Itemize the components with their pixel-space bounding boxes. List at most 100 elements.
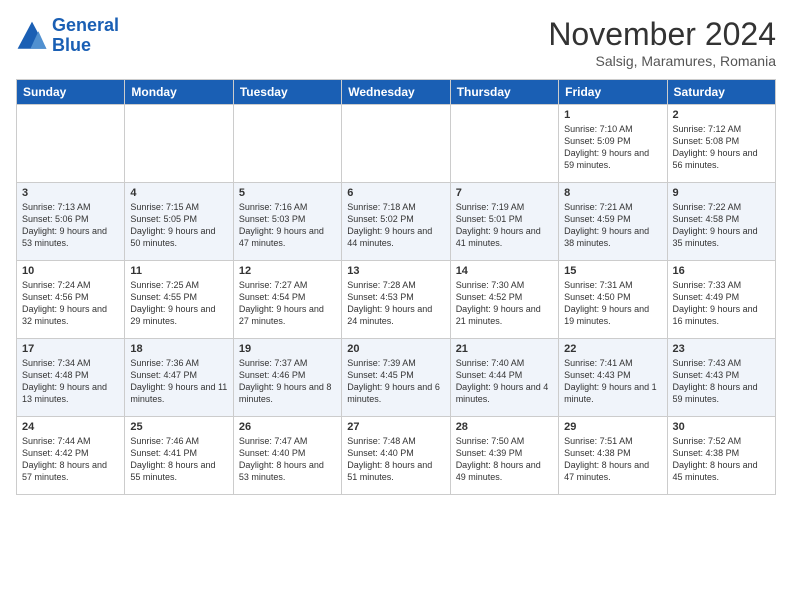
logo-icon xyxy=(16,20,48,52)
calendar-cell: 2 Sunrise: 7:12 AM Sunset: 5:08 PM Daylig… xyxy=(667,105,775,183)
calendar-cell: 17Sunrise: 7:34 AM Sunset: 4:48 PM Dayli… xyxy=(17,339,125,417)
col-saturday: Saturday xyxy=(667,80,775,105)
calendar-cell xyxy=(450,105,558,183)
calendar-cell: 14 Sunrise: 7:30 AM Sunset: 4:52 PM Dayli… xyxy=(450,261,558,339)
calendar-cell: 21Sunrise: 7:40 AM Sunset: 4:44 PM Dayli… xyxy=(450,339,558,417)
calendar-cell: 18 Sunrise: 7:36 AM Sunset: 4:47 PM Dayli… xyxy=(125,339,233,417)
calendar-cell: 22 Sunrise: 7:41 AM Sunset: 4:43 PM Dayli… xyxy=(559,339,667,417)
calendar-cell: 23 Sunrise: 7:43 AM Sunset: 4:43 PM Dayli… xyxy=(667,339,775,417)
day-info: Sunrise: 7:34 AM Sunset: 4:48 PM Dayligh… xyxy=(22,357,119,406)
day-number: 14 xyxy=(456,265,553,277)
logo-text: General Blue xyxy=(52,16,119,56)
day-number: 19 xyxy=(239,343,336,355)
calendar-cell: 30 Sunrise: 7:52 AM Sunset: 4:38 PM Dayli… xyxy=(667,417,775,495)
day-number: 4 xyxy=(130,187,227,199)
col-monday: Monday xyxy=(125,80,233,105)
calendar-week-2: 3 Sunrise: 7:13 AM Sunset: 5:06 PM Daylig… xyxy=(17,183,776,261)
day-number: 6 xyxy=(347,187,444,199)
day-info: Sunrise: 7:44 AM Sunset: 4:42 PM Dayligh… xyxy=(22,435,119,484)
day-info: Sunrise: 7:39 AM Sunset: 4:45 PM Dayligh… xyxy=(347,357,444,406)
calendar-cell: 1 Sunrise: 7:10 AM Sunset: 5:09 PM Daylig… xyxy=(559,105,667,183)
day-info: Sunrise: 7:47 AM Sunset: 4:40 PM Dayligh… xyxy=(239,435,336,484)
day-info: Sunrise: 7:13 AM Sunset: 5:06 PM Dayligh… xyxy=(22,201,119,250)
calendar-cell: 6 Sunrise: 7:18 AM Sunset: 5:02 PM Daylig… xyxy=(342,183,450,261)
day-number: 23 xyxy=(673,343,770,355)
calendar-cell: 28 Sunrise: 7:50 AM Sunset: 4:39 PM Dayli… xyxy=(450,417,558,495)
calendar-cell: 25 Sunrise: 7:46 AM Sunset: 4:41 PM Dayli… xyxy=(125,417,233,495)
title-area: November 2024 Salsig, Maramures, Romania xyxy=(548,16,776,69)
col-tuesday: Tuesday xyxy=(233,80,341,105)
day-number: 1 xyxy=(564,109,661,121)
day-info: Sunrise: 7:10 AM Sunset: 5:09 PM Dayligh… xyxy=(564,123,661,172)
day-info: Sunrise: 7:41 AM Sunset: 4:43 PM Dayligh… xyxy=(564,357,661,406)
calendar-cell: 11 Sunrise: 7:25 AM Sunset: 4:55 PM Dayli… xyxy=(125,261,233,339)
day-number: 30 xyxy=(673,421,770,433)
col-wednesday: Wednesday xyxy=(342,80,450,105)
day-info: Sunrise: 7:24 AM Sunset: 4:56 PM Dayligh… xyxy=(22,279,119,328)
day-number: 10 xyxy=(22,265,119,277)
calendar-week-5: 24 Sunrise: 7:44 AM Sunset: 4:42 PM Dayli… xyxy=(17,417,776,495)
calendar-cell: 24 Sunrise: 7:44 AM Sunset: 4:42 PM Dayli… xyxy=(17,417,125,495)
day-info: Sunrise: 7:18 AM Sunset: 5:02 PM Dayligh… xyxy=(347,201,444,250)
day-info: Sunrise: 7:50 AM Sunset: 4:39 PM Dayligh… xyxy=(456,435,553,484)
day-number: 5 xyxy=(239,187,336,199)
day-number: 11 xyxy=(130,265,227,277)
day-info: Sunrise: 7:31 AM Sunset: 4:50 PM Dayligh… xyxy=(564,279,661,328)
calendar-cell: 26 Sunrise: 7:47 AM Sunset: 4:40 PM Dayli… xyxy=(233,417,341,495)
calendar-cell: 16Sunrise: 7:33 AM Sunset: 4:49 PM Dayli… xyxy=(667,261,775,339)
calendar-cell: 29 Sunrise: 7:51 AM Sunset: 4:38 PM Dayli… xyxy=(559,417,667,495)
calendar-cell: 12 Sunrise: 7:27 AM Sunset: 4:54 PM Dayli… xyxy=(233,261,341,339)
calendar-cell: 20 Sunrise: 7:39 AM Sunset: 4:45 PM Dayli… xyxy=(342,339,450,417)
day-info: Sunrise: 7:46 AM Sunset: 4:41 PM Dayligh… xyxy=(130,435,227,484)
main-container: General Blue November 2024 Salsig, Maram… xyxy=(0,0,792,503)
calendar-table: Sunday Monday Tuesday Wednesday Thursday… xyxy=(16,79,776,495)
calendar-body: 1 Sunrise: 7:10 AM Sunset: 5:09 PM Daylig… xyxy=(17,105,776,495)
day-number: 13 xyxy=(347,265,444,277)
day-info: Sunrise: 7:19 AM Sunset: 5:01 PM Dayligh… xyxy=(456,201,553,250)
logo: General Blue xyxy=(16,16,119,56)
calendar-cell: 4 Sunrise: 7:15 AM Sunset: 5:05 PM Daylig… xyxy=(125,183,233,261)
day-info: Sunrise: 7:37 AM Sunset: 4:46 PM Dayligh… xyxy=(239,357,336,406)
day-number: 26 xyxy=(239,421,336,433)
calendar-cell xyxy=(125,105,233,183)
col-sunday: Sunday xyxy=(17,80,125,105)
day-number: 3 xyxy=(22,187,119,199)
day-info: Sunrise: 7:12 AM Sunset: 5:08 PM Dayligh… xyxy=(673,123,770,172)
calendar-cell: 5Sunrise: 7:16 AM Sunset: 5:03 PM Daylig… xyxy=(233,183,341,261)
calendar-cell xyxy=(17,105,125,183)
day-info: Sunrise: 7:36 AM Sunset: 4:47 PM Dayligh… xyxy=(130,357,227,406)
subtitle: Salsig, Maramures, Romania xyxy=(548,53,776,69)
day-number: 27 xyxy=(347,421,444,433)
day-info: Sunrise: 7:22 AM Sunset: 4:58 PM Dayligh… xyxy=(673,201,770,250)
day-info: Sunrise: 7:27 AM Sunset: 4:54 PM Dayligh… xyxy=(239,279,336,328)
day-number: 25 xyxy=(130,421,227,433)
day-number: 28 xyxy=(456,421,553,433)
calendar-cell xyxy=(233,105,341,183)
day-number: 20 xyxy=(347,343,444,355)
col-friday: Friday xyxy=(559,80,667,105)
day-info: Sunrise: 7:25 AM Sunset: 4:55 PM Dayligh… xyxy=(130,279,227,328)
day-info: Sunrise: 7:43 AM Sunset: 4:43 PM Dayligh… xyxy=(673,357,770,406)
calendar-week-4: 17Sunrise: 7:34 AM Sunset: 4:48 PM Dayli… xyxy=(17,339,776,417)
day-info: Sunrise: 7:52 AM Sunset: 4:38 PM Dayligh… xyxy=(673,435,770,484)
day-number: 24 xyxy=(22,421,119,433)
col-thursday: Thursday xyxy=(450,80,558,105)
calendar-cell: 19 Sunrise: 7:37 AM Sunset: 4:46 PM Dayli… xyxy=(233,339,341,417)
day-number: 15 xyxy=(564,265,661,277)
day-info: Sunrise: 7:15 AM Sunset: 5:05 PM Dayligh… xyxy=(130,201,227,250)
day-number: 2 xyxy=(673,109,770,121)
day-info: Sunrise: 7:33 AM Sunset: 4:49 PM Dayligh… xyxy=(673,279,770,328)
day-number: 12 xyxy=(239,265,336,277)
day-number: 22 xyxy=(564,343,661,355)
calendar-cell: 10 Sunrise: 7:24 AM Sunset: 4:56 PM Dayli… xyxy=(17,261,125,339)
calendar-cell: 7Sunrise: 7:19 AM Sunset: 5:01 PM Daylig… xyxy=(450,183,558,261)
calendar-cell: 3 Sunrise: 7:13 AM Sunset: 5:06 PM Daylig… xyxy=(17,183,125,261)
calendar-cell xyxy=(342,105,450,183)
day-info: Sunrise: 7:51 AM Sunset: 4:38 PM Dayligh… xyxy=(564,435,661,484)
month-title: November 2024 xyxy=(548,16,776,53)
day-info: Sunrise: 7:30 AM Sunset: 4:52 PM Dayligh… xyxy=(456,279,553,328)
day-info: Sunrise: 7:28 AM Sunset: 4:53 PM Dayligh… xyxy=(347,279,444,328)
day-number: 18 xyxy=(130,343,227,355)
day-number: 9 xyxy=(673,187,770,199)
day-number: 29 xyxy=(564,421,661,433)
